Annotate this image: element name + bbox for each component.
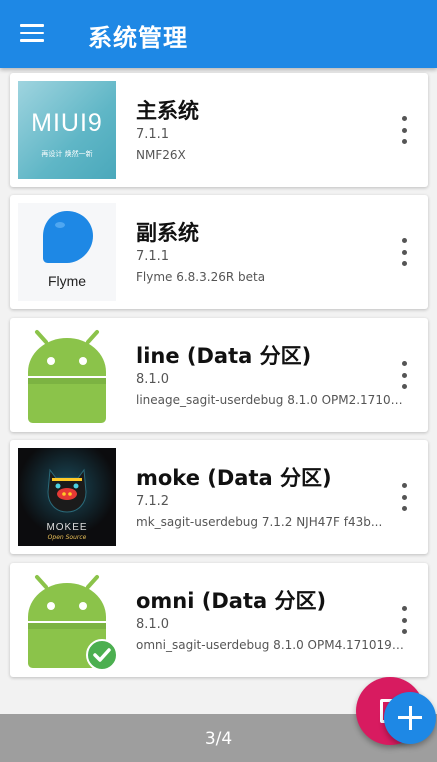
system-version: 7.1.1 (136, 127, 170, 142)
system-name: omni (Data 分区) (136, 589, 327, 613)
system-card-active[interactable]: omni (Data 分区) 8.1.0 omni_sagit-userdebu… (10, 563, 428, 677)
system-build: lineage_sagit-userdebug 8.1.0 OPM2.17102… (136, 393, 404, 407)
active-check-icon (86, 639, 116, 669)
system-name: moke (Data 分区) (136, 466, 332, 490)
android-thumbnail (18, 571, 116, 669)
miui-logo-text: MIUI9 (31, 109, 103, 137)
more-options-icon[interactable] (394, 606, 414, 634)
system-build: Flyme 6.8.3.26R beta (136, 270, 266, 284)
system-card[interactable]: MOKEE Open Source moke (Data 分区) 7.1.2 m… (10, 440, 428, 554)
system-name: 副系统 (136, 221, 199, 245)
add-system-fab[interactable] (384, 692, 436, 744)
system-card[interactable]: line (Data 分区) 8.1.0 lineage_sagit-userd… (10, 318, 428, 432)
mokee-thumbnail: MOKEE Open Source (18, 448, 116, 546)
more-options-icon[interactable] (394, 116, 414, 144)
android-robot-icon (28, 330, 106, 423)
android-thumbnail (18, 326, 116, 424)
more-options-icon[interactable] (394, 238, 414, 266)
system-name: line (Data 分区) (136, 344, 312, 368)
flyme-thumbnail: Flyme (18, 203, 116, 301)
system-card[interactable]: Flyme 副系统 7.1.1 Flyme 6.8.3.26R beta (10, 195, 428, 309)
system-version: 7.1.2 (136, 494, 170, 509)
mokee-logo-text: MOKEE (46, 522, 88, 533)
system-build: omni_sagit-userdebug 8.1.0 OPM4.171019.0… (136, 638, 404, 652)
mokee-tagline: Open Source (47, 534, 87, 541)
miui-tagline: 再设计 焕然一新 (41, 150, 93, 158)
more-options-icon[interactable] (394, 361, 414, 389)
flyme-logo-text: Flyme (47, 273, 87, 289)
system-card[interactable]: MIUI9 再设计 焕然一新 主系统 7.1.1 NMF26X (10, 73, 428, 187)
more-options-icon[interactable] (394, 483, 414, 511)
system-version: 8.1.0 (136, 617, 170, 632)
page-title: 系统管理 (88, 24, 188, 52)
system-name: 主系统 (136, 99, 199, 123)
miui-thumbnail: MIUI9 再设计 焕然一新 (18, 81, 116, 179)
system-build: mk_sagit-userdebug 7.1.2 NJH47F f43b... (136, 515, 383, 529)
system-version: 7.1.1 (136, 249, 170, 264)
app-bar: 系统管理 (0, 0, 437, 68)
system-version: 8.1.0 (136, 372, 170, 387)
hamburger-menu-icon[interactable] (20, 24, 44, 42)
system-build: NMF26X (136, 148, 186, 162)
